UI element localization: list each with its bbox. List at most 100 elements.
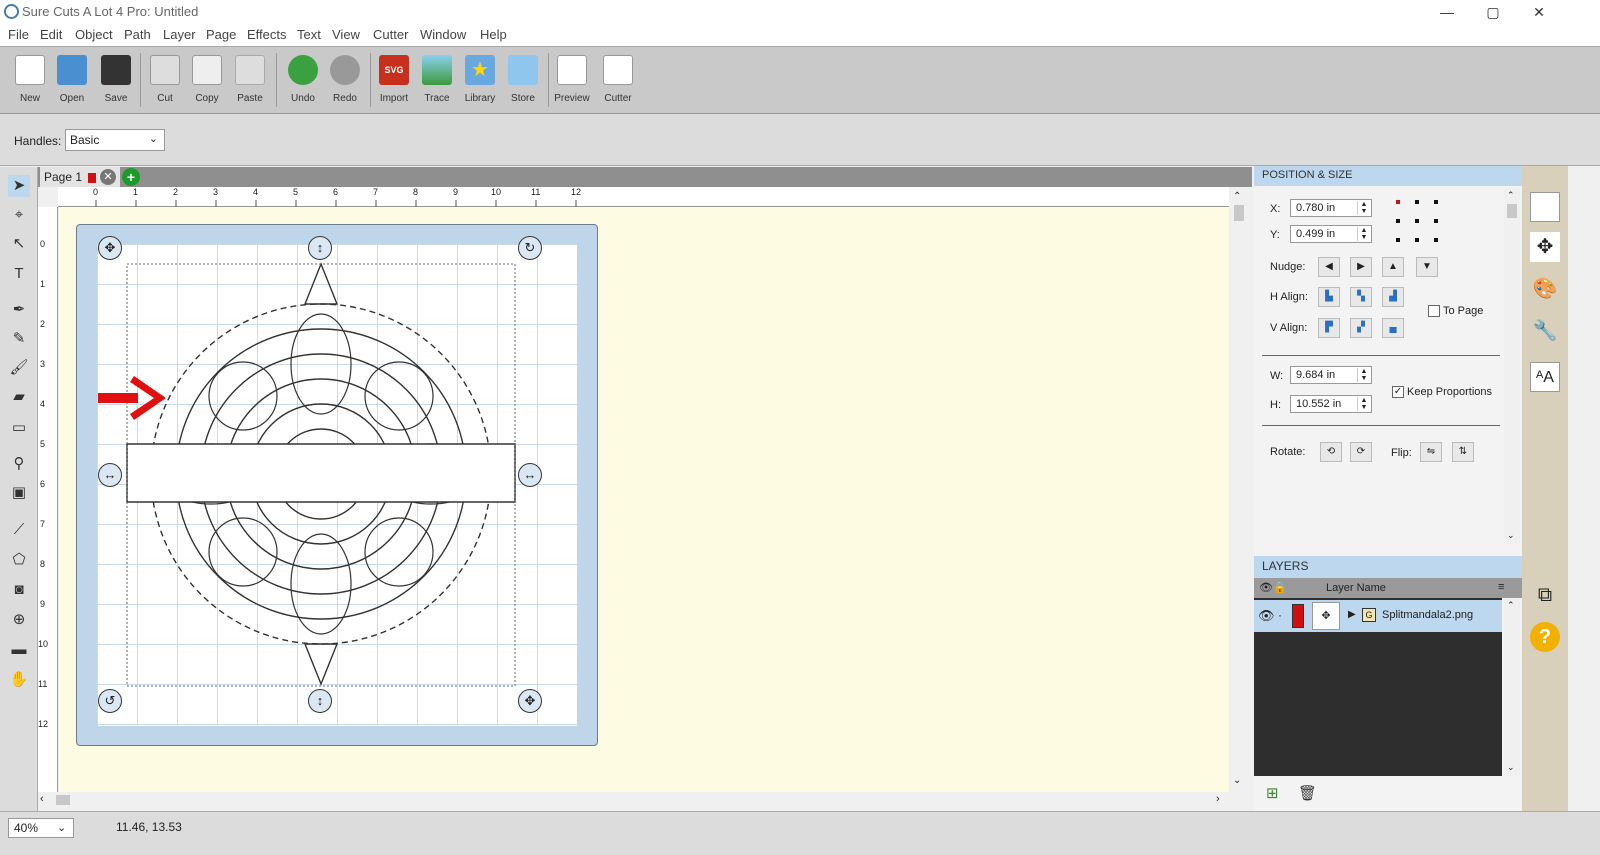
preview-button[interactable]: Preview — [550, 53, 594, 109]
add-layer-icon[interactable]: ⊞ — [1266, 784, 1279, 802]
cut-button[interactable]: Cut — [143, 53, 187, 109]
scroll-thumb[interactable] — [56, 795, 70, 805]
menu-text[interactable]: Text — [297, 27, 321, 42]
visibility-eye-icon[interactable]: 👁 — [1258, 608, 1275, 624]
align-left-icon[interactable]: ▙ — [1318, 287, 1340, 307]
position-size-panel-icon[interactable]: ✥ — [1530, 232, 1560, 262]
knife-tool-icon[interactable]: ⟋ — [8, 519, 30, 541]
lasso-tool-icon[interactable]: ⌖ — [8, 204, 30, 226]
hand-tool-icon[interactable]: ✋ — [8, 669, 30, 691]
reference-point-selector[interactable] — [1392, 196, 1442, 246]
scroll-thumb[interactable] — [1234, 205, 1244, 221]
zoom-tool-icon[interactable]: ⊕ — [8, 609, 30, 631]
chevron-down-icon[interactable]: ⌄ — [1507, 530, 1515, 541]
new-button[interactable]: New — [8, 53, 52, 109]
visibility-eye-icon[interactable]: 👁 — [1259, 581, 1273, 594]
panel-scrollbar[interactable]: ⌃ ⌄ — [1504, 188, 1520, 544]
chevron-down-icon[interactable]: ⌄ — [57, 821, 66, 834]
path-tool-icon[interactable]: ⬠ — [8, 549, 30, 571]
rotate-left-icon[interactable]: ⟲ — [1320, 442, 1342, 462]
library-button[interactable]: ★ Library — [458, 53, 502, 109]
menu-path[interactable]: Path — [124, 27, 151, 42]
x-field[interactable]: 0.780 in ▲ ▼ — [1290, 199, 1372, 217]
resize-horizontal-handle-icon[interactable]: ↔ — [518, 463, 542, 487]
weld-tool-icon[interactable]: ◙ — [8, 579, 30, 601]
rotate-right-icon[interactable]: ⟳ — [1350, 442, 1372, 462]
menu-effects[interactable]: Effects — [247, 27, 287, 42]
align-bottom-icon[interactable]: ▄ — [1382, 318, 1404, 338]
pen-tool-icon[interactable]: ✒ — [8, 299, 30, 321]
menu-file[interactable]: File — [8, 27, 29, 42]
eraser-tool-icon[interactable]: ▰ — [8, 386, 30, 408]
text-tool-icon[interactable]: T — [8, 263, 30, 285]
align-right-icon[interactable]: ▟ — [1382, 287, 1404, 307]
chevron-up-icon[interactable]: ⌃ — [1507, 190, 1515, 201]
zoom-select[interactable]: 40% ⌄ — [8, 818, 74, 838]
layers-scrollbar[interactable]: ⌃ ⌄ — [1504, 598, 1520, 776]
spinner-icon[interactable]: ▲ ▼ — [1357, 201, 1370, 215]
expand-arrow-icon[interactable]: ▶ — [1348, 609, 1356, 620]
import-button[interactable]: SVG Import — [372, 53, 416, 109]
spinner-icon[interactable]: ▲ ▼ — [1357, 227, 1370, 241]
color-palette-icon[interactable]: 🎨 — [1530, 274, 1560, 304]
brush-tool-icon[interactable]: 🖌 — [8, 357, 30, 379]
align-top-icon[interactable]: ▛ — [1318, 318, 1340, 338]
cutter-button[interactable]: Cutter — [596, 53, 640, 109]
mandala-design[interactable] — [97, 244, 577, 726]
nudge-right-icon[interactable]: ▶ — [1350, 257, 1372, 277]
save-button[interactable]: Save — [94, 53, 138, 109]
menu-view[interactable]: View — [332, 27, 360, 42]
layer-row[interactable]: 👁 · ✥ ▶ G Splitmandala2.png — [1254, 600, 1502, 632]
nudge-down-icon[interactable]: ▼ — [1416, 257, 1438, 277]
select-tool-icon[interactable]: ➤ — [8, 175, 30, 197]
close-page-icon[interactable]: ✕ — [100, 169, 116, 185]
pencil-tool-icon[interactable]: ✎ — [8, 328, 30, 350]
layers-stack-icon[interactable]: ⧉ — [1530, 580, 1560, 610]
eyedropper-tool-icon[interactable]: ⚲ — [8, 453, 30, 475]
trace-button[interactable]: Trace — [415, 53, 459, 109]
rotate-handle-icon[interactable]: ↻ — [518, 236, 542, 260]
menu-cutter[interactable]: Cutter — [373, 27, 408, 42]
menu-edit[interactable]: Edit — [40, 27, 62, 42]
close-button[interactable]: ✕ — [1516, 2, 1562, 22]
resize-vertical-handle-icon[interactable]: ↕ — [308, 689, 332, 713]
handles-select[interactable]: Basic ⌄ — [65, 129, 165, 151]
shape-tool-icon[interactable]: ▭ — [8, 417, 30, 439]
width-field[interactable]: 9.684 in ▲ ▼ — [1290, 366, 1372, 384]
ruler-tool-icon[interactable]: ▬ — [8, 639, 30, 661]
chevron-right-icon[interactable]: › — [1216, 793, 1220, 805]
to-page-checkbox[interactable] — [1428, 305, 1440, 317]
vertical-scrollbar[interactable]: ⌃ ⌄ — [1229, 187, 1249, 792]
align-center-icon[interactable]: ▚ — [1350, 287, 1372, 307]
keep-proportions-checkbox[interactable]: ✓ — [1392, 386, 1404, 398]
chevron-down-icon[interactable]: ⌄ — [1507, 762, 1515, 773]
redo-button[interactable]: Redo — [323, 53, 367, 109]
layers-menu-icon[interactable]: ≡ — [1498, 581, 1504, 593]
height-field[interactable]: 10.552 in ▲ ▼ — [1290, 395, 1372, 413]
menu-window[interactable]: Window — [420, 27, 466, 42]
chevron-up-icon[interactable]: ⌃ — [1507, 600, 1515, 611]
resize-horizontal-handle-icon[interactable]: ↔ — [98, 463, 122, 487]
resize-vertical-handle-icon[interactable]: ↕ — [308, 236, 332, 260]
lock-icon[interactable]: 🔒 — [1273, 581, 1287, 594]
flip-vertical-icon[interactable]: ⇅ — [1452, 442, 1474, 462]
move-handle-icon[interactable]: ✥ — [518, 689, 542, 713]
menu-object[interactable]: Object — [75, 27, 113, 42]
add-page-icon[interactable]: + — [122, 168, 140, 186]
help-icon[interactable]: ? — [1530, 622, 1560, 652]
menu-help[interactable]: Help — [480, 27, 507, 42]
spinner-icon[interactable]: ▲ ▼ — [1357, 397, 1370, 411]
scroll-thumb[interactable] — [1507, 204, 1517, 218]
chevron-up-icon[interactable]: ⌃ — [1233, 191, 1241, 202]
paste-button[interactable]: Paste — [228, 53, 272, 109]
minimize-button[interactable]: — — [1424, 2, 1470, 22]
horizontal-scrollbar[interactable]: ‹ › — [38, 792, 1229, 808]
rotate-handle-icon[interactable]: ↺ — [98, 689, 122, 713]
chevron-down-icon[interactable]: ⌄ — [1233, 775, 1241, 786]
store-button[interactable]: Store — [501, 53, 545, 109]
copy-button[interactable]: Copy — [185, 53, 229, 109]
layer-name[interactable]: Splitmandala2.png — [1382, 609, 1473, 621]
text-style-icon[interactable]: ᴬA — [1530, 362, 1560, 392]
menu-layer[interactable]: Layer — [163, 27, 196, 42]
flip-horizontal-icon[interactable]: ⇋ — [1420, 442, 1442, 462]
